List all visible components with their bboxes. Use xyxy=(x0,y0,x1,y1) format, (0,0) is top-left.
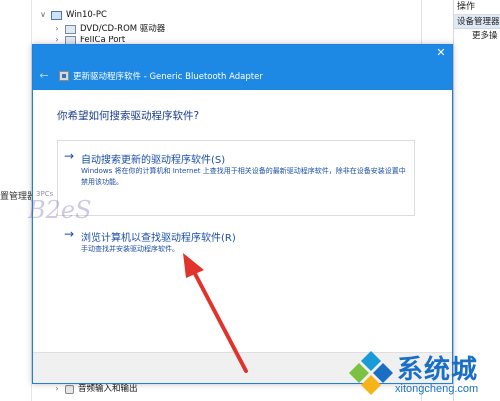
brand-watermark: 系统城 xitongcheng.com xyxy=(345,345,500,401)
actions-panel-section[interactable]: 设备管理器 xyxy=(454,15,500,29)
option-title: 浏览计算机以查找驱动程序软件(R) xyxy=(81,233,236,244)
dialog-question: 你希望如何搜索驱动程序软件? xyxy=(57,110,200,122)
tree-node-felica[interactable]: › FelICa Port xyxy=(53,36,125,44)
watermark-logo-text: B2eS xyxy=(28,196,92,224)
chevron-right-icon[interactable]: › xyxy=(53,382,61,396)
option-browse-computer[interactable]: → 浏览计算机以查找驱动程序软件(R) 手动查找并安装驱动程序软件。 xyxy=(57,225,415,265)
computer-icon xyxy=(51,10,62,20)
actions-panel: 操作 设备管理器 更多操 xyxy=(453,0,500,401)
dialog-titlebar: ✕ xyxy=(33,45,452,61)
arrow-right-icon: → xyxy=(64,149,75,163)
actions-panel-title: 操作 xyxy=(454,0,500,15)
port-icon xyxy=(65,36,76,44)
back-arrow-icon[interactable]: ← xyxy=(33,69,55,82)
brand-name: 系统城 xyxy=(397,355,479,385)
dialog-header-title: 更新驱动程序软件 - Generic Bluetooth Adapter xyxy=(73,71,263,82)
tree-node-audio-label: 音频输入和输出 xyxy=(78,384,138,394)
brand-logo-icon xyxy=(349,351,393,395)
option-description: Windows 将在你的计算机和 Internet 上查找用于相关设备的最新驱动… xyxy=(81,167,406,186)
close-icon[interactable]: ✕ xyxy=(434,46,448,60)
option-title: 自动搜索更新的驱动程序软件(S) xyxy=(81,155,226,166)
tree-node-computer[interactable]: ∨ Win10-PC xyxy=(39,8,107,22)
actions-panel-more[interactable]: 更多操 xyxy=(454,29,500,43)
tree-node-dvd[interactable]: › DVD/CD-ROM 驱动器 xyxy=(53,22,165,36)
watermark-logo-left: 3PCs B2eS xyxy=(0,190,120,230)
tree-node-computer-label: Win10-PC xyxy=(66,10,107,20)
option-description: 手动查找并安装驱动程序软件。 xyxy=(81,245,179,253)
bluetooth-device-icon xyxy=(59,70,69,81)
chevron-right-icon[interactable]: › xyxy=(53,36,61,44)
chevron-down-icon[interactable]: ∨ xyxy=(39,8,47,22)
tree-node-dvd-label: DVD/CD-ROM 驱动器 xyxy=(80,24,166,34)
brand-url: xitongcheng.com xyxy=(395,383,479,395)
disc-drive-icon xyxy=(65,24,76,34)
dialog-header: ← 更新驱动程序软件 - Generic Bluetooth Adapter xyxy=(33,61,452,90)
speaker-icon xyxy=(65,384,74,394)
tree-node-audio[interactable]: › 音频输入和输出 xyxy=(53,382,138,396)
chevron-right-icon[interactable]: › xyxy=(53,22,61,36)
tree-node-felica-label: FelICa Port xyxy=(80,36,126,44)
